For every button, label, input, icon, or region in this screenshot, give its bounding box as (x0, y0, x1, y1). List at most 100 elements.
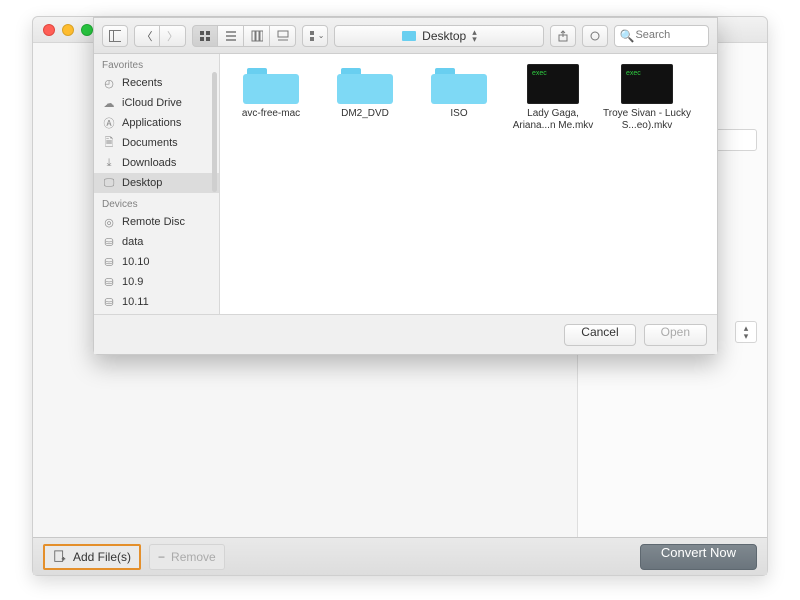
folder-icon (431, 64, 487, 104)
sidebar-scrollbar[interactable] (212, 72, 217, 192)
drive-icon: ⛁ (102, 275, 116, 289)
sidebar-item-109[interactable]: ⛁ 10.9 (94, 272, 219, 292)
column-view-button[interactable] (244, 25, 270, 47)
file-name: avc-free-mac (242, 108, 300, 120)
group-icon (309, 30, 316, 42)
file-name: Troye Sivan - Lucky S...eo).mkv (602, 108, 692, 132)
clock-icon: ◴ (102, 76, 116, 90)
apps-icon: Ⓐ (102, 116, 116, 130)
folder-icon (402, 31, 416, 41)
sidebar-item-1010[interactable]: ⛁ 10.10 (94, 252, 219, 272)
desktop-icon: 🖵 (102, 176, 116, 190)
group-by-button[interactable]: ⌄ (302, 25, 328, 47)
sidebar-item-label: 10.11 (122, 296, 149, 308)
open-label: Open (661, 325, 690, 339)
sidebar-item-label: data (122, 236, 143, 248)
app-window: ▴▾ Add File(s) − Remove Convert Now 〈 〉 (32, 16, 768, 576)
file-name: Lady Gaga, Ariana...n Me.mkv (508, 108, 598, 132)
columns-icon (251, 30, 263, 42)
sidebar-item-recents[interactable]: ◴ Recents (94, 73, 219, 93)
drive-icon: ⛁ (102, 235, 116, 249)
file-item[interactable]: exec Lady Gaga, Ariana...n Me.mkv (508, 64, 598, 132)
convert-now-label: Convert Now (661, 545, 736, 560)
toggle-sidebar-button[interactable] (102, 25, 128, 47)
footer-bar: Add File(s) − Remove Convert Now (33, 537, 767, 575)
gallery-icon (277, 30, 289, 42)
file-item[interactable]: exec Troye Sivan - Lucky S...eo).mkv (602, 64, 692, 132)
sidebar-item-1011[interactable]: ⛁10.11 (94, 292, 219, 312)
search-icon: 🔍 (619, 29, 634, 43)
open-button[interactable]: Open (644, 324, 707, 346)
sidebar-item-downloads[interactable]: ⤓ Downloads (94, 153, 219, 173)
remove-button[interactable]: − Remove (149, 544, 225, 570)
file-item[interactable]: ISO (414, 64, 504, 120)
cloud-icon: ☁ (102, 96, 116, 110)
file-item[interactable]: avc-free-mac (226, 64, 316, 120)
back-button[interactable]: 〈 (134, 25, 160, 47)
minimize-window-button[interactable] (62, 24, 74, 36)
file-item[interactable]: DM2_DVD (320, 64, 410, 120)
file-name: ISO (450, 108, 467, 120)
sidebar-item-label: iCloud Drive (122, 97, 182, 109)
tag-icon (589, 30, 601, 42)
nav-group: 〈 〉 (134, 25, 186, 47)
disc-icon: ◎ (102, 215, 116, 229)
sidebar-header-favorites: Favorites (94, 54, 219, 73)
sidebar-item-documents[interactable]: 🗎 Documents (94, 133, 219, 153)
cancel-button[interactable]: Cancel (564, 324, 635, 346)
downloads-icon: ⤓ (102, 156, 116, 170)
sidebar-item-label: Documents (122, 137, 178, 149)
dialog-sidebar: Favorites ◴ Recents ☁ iCloud Drive Ⓐ Applic… (94, 54, 220, 314)
convert-now-button[interactable]: Convert Now (640, 544, 757, 570)
sidebar-item-remote-disc[interactable]: ◎ Remote Disc (94, 212, 219, 232)
sidebar-item-applications[interactable]: Ⓐ Applications (94, 113, 219, 133)
settings-stepper[interactable]: ▴▾ (735, 321, 757, 343)
sidebar-item-label: Recents (122, 77, 162, 89)
file-open-dialog: 〈 〉 ⌄ (93, 17, 718, 355)
sidebar-item-label: Downloads (122, 157, 176, 169)
sidebar-item-label: Remote Disc (122, 216, 185, 228)
cancel-label: Cancel (581, 325, 618, 339)
sidebar-icon (109, 30, 121, 42)
close-window-button[interactable] (43, 24, 55, 36)
sidebar-item-icloud[interactable]: ☁ iCloud Drive (94, 93, 219, 113)
list-view-button[interactable] (218, 25, 244, 47)
exec-tag: exec (626, 68, 641, 80)
sidebar-item-label: 10.10 (122, 256, 150, 268)
coverflow-view-button[interactable] (270, 25, 296, 47)
chevron-right-icon: 〉 (167, 28, 178, 44)
sidebar-item-data[interactable]: ⛁ data (94, 232, 219, 252)
drive-icon: ⛁ (102, 255, 116, 269)
grid-icon (199, 30, 211, 42)
chevron-down-icon: ⌄ (318, 31, 325, 40)
file-name: DM2_DVD (341, 108, 389, 120)
sidebar-item-desktop[interactable]: 🖵Desktop (94, 173, 219, 193)
share-button[interactable] (550, 25, 576, 47)
forward-button[interactable]: 〉 (160, 25, 186, 47)
file-grid: avc-free-mac DM2_DVD ISO exec Lady Gaga,… (220, 54, 717, 314)
view-mode-group (192, 25, 296, 47)
exec-tag: exec (532, 68, 547, 80)
add-files-button[interactable]: Add File(s) (43, 544, 141, 570)
video-file-icon: exec (527, 64, 579, 104)
chevron-left-icon: 〈 (142, 28, 153, 44)
add-file-icon (53, 550, 67, 564)
folder-icon (243, 64, 299, 104)
search-field[interactable]: 🔍 Search (614, 25, 709, 47)
sidebar-item-label: 10.9 (122, 276, 143, 288)
sidebar-header-devices: Devices (94, 193, 219, 212)
video-file-icon: exec (621, 64, 673, 104)
document-icon: 🗎 (102, 136, 116, 150)
remove-label: Remove (171, 550, 216, 564)
updown-icon: ▴▾ (472, 29, 477, 43)
tags-button[interactable] (582, 25, 608, 47)
minus-icon: − (158, 550, 165, 564)
path-popup[interactable]: Desktop ▴▾ (334, 25, 544, 47)
icon-view-button[interactable] (192, 25, 218, 47)
sidebar-item-label: Applications (122, 117, 181, 129)
zoom-window-button[interactable] (81, 24, 93, 36)
dialog-footer: Cancel Open (94, 314, 717, 354)
add-files-label: Add File(s) (73, 550, 131, 564)
share-icon (557, 30, 569, 42)
dialog-toolbar: 〈 〉 ⌄ (94, 18, 717, 54)
